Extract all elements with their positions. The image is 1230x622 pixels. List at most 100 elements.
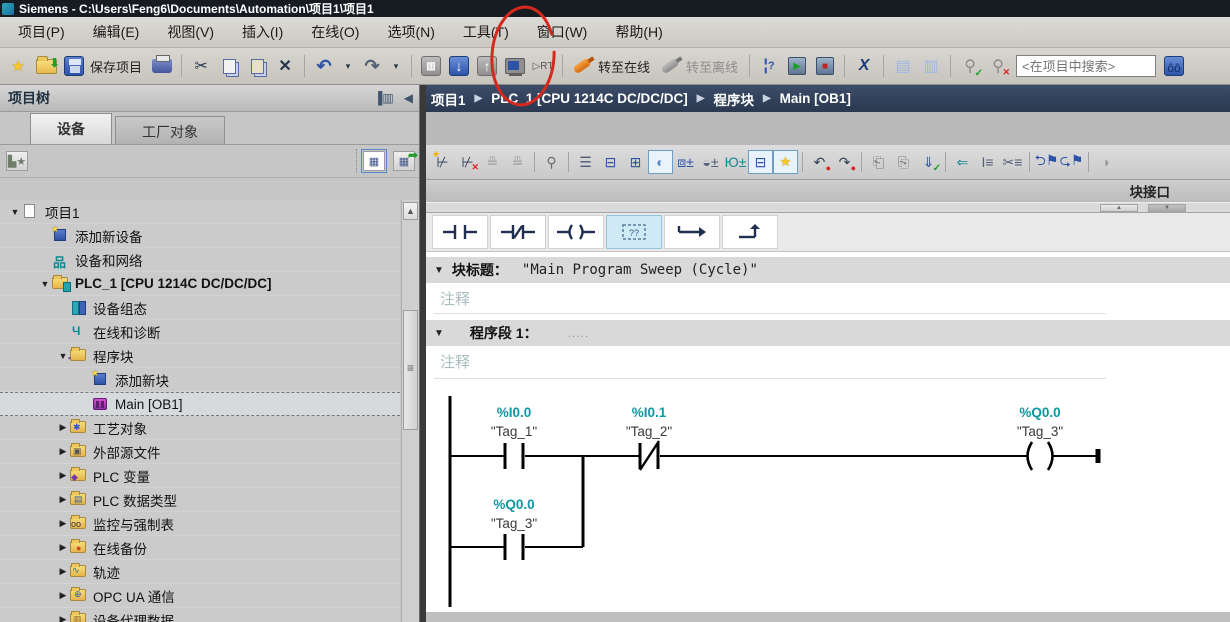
delete-row-icon[interactable]: ≞ — [505, 150, 530, 174]
collapse-arrow-icon[interactable]: ▼ — [434, 265, 444, 276]
expander-right-icon[interactable]: ▶ — [56, 446, 70, 457]
tree-row-technology-objects[interactable]: ▶ ✱ 工艺对象 — [0, 416, 400, 440]
tree-row-device-config[interactable]: 设备组态 — [0, 296, 400, 320]
insert-row-icon[interactable]: ≞ — [480, 150, 505, 174]
undo-icon[interactable]: ↶ — [311, 53, 337, 79]
delete-network-icon[interactable]: ⊬✕ — [455, 150, 480, 174]
toggle-powerrail-icon[interactable]: ⚲ — [539, 150, 564, 174]
tree-row-opc-ua[interactable]: ▶ ⊕ OPC UA 通信 — [0, 584, 400, 608]
breadcrumb-plc[interactable]: PLC_1 [CPU 1214C DC/DC/DC] — [491, 91, 688, 106]
stop-cpu-icon[interactable]: ■ — [812, 53, 838, 79]
insert-network-icon[interactable]: ⊬★ — [430, 150, 455, 174]
expander-right-icon[interactable]: ▶ — [56, 566, 70, 577]
network1-bar[interactable]: ▼ 程序段 1： ..... — [426, 320, 1230, 346]
breadcrumb-main-ob1[interactable]: Main [OB1] — [780, 91, 851, 106]
tree-row-device-proxy[interactable]: ▶ ▥ 设备代理数据 — [0, 608, 400, 622]
expander-right-icon[interactable]: ▶ — [56, 542, 70, 553]
tree-row-plc-datatypes[interactable]: ▶ ▤ PLC 数据类型 — [0, 488, 400, 512]
search-project-icon[interactable]: ôô — [1161, 53, 1187, 79]
load-config-icon[interactable]: ▥ — [418, 53, 444, 79]
goto-previous-icon[interactable]: ⇐ — [950, 150, 975, 174]
online-diagnostics-icon[interactable]: ¦? — [756, 53, 782, 79]
box-parameters-icon[interactable]: ⧈± — [673, 150, 698, 174]
collapse-networks-icon[interactable]: ⊞ — [623, 150, 648, 174]
open-branches-icon[interactable]: Ю± — [723, 150, 748, 174]
block-title-bar[interactable]: ▼ 块标题： "Main Program Sweep (Cycle)" — [426, 257, 1230, 283]
interface-collapse-icon[interactable]: ▼ — [1148, 204, 1186, 212]
network-sequence-icon[interactable]: ☰ — [573, 150, 598, 174]
menu-options[interactable]: 选项(N) — [373, 18, 448, 46]
hidden-parameters-icon[interactable]: ◒± — [698, 150, 723, 174]
next-bookmark-icon[interactable]: ⮎⚑ — [1059, 150, 1084, 174]
tree-row-add-device[interactable]: 添加新设备 — [0, 224, 400, 248]
download-snapshot-icon[interactable]: ⇓✓ — [916, 150, 941, 174]
snapshot-icon[interactable]: ⎘ — [891, 150, 916, 174]
tree-row-online-backups[interactable]: ▶ ● 在线备份 — [0, 536, 400, 560]
previous-bookmark-icon[interactable]: ⮌⚑ — [1034, 150, 1059, 174]
go-offline-icon[interactable] — [657, 53, 683, 79]
next-error-icon[interactable]: ↷● — [832, 150, 857, 174]
expander-down-icon[interactable]: ▼ — [38, 279, 52, 289]
expander-right-icon[interactable]: ▶ — [56, 614, 70, 622]
print-icon[interactable] — [149, 53, 175, 79]
menu-edit[interactable]: 编辑(E) — [79, 18, 154, 46]
cut-icon[interactable]: ✂ — [188, 53, 214, 79]
start-runtime-icon[interactable]: ▷RT — [530, 53, 556, 79]
expander-right-icon[interactable]: ▶ — [56, 470, 70, 481]
collapse-panel-icon[interactable]: ◀ — [404, 91, 413, 105]
favorites-toggle-icon[interactable]: ★ — [773, 150, 798, 174]
tree-row-traces[interactable]: ▶ ∿ 轨迹 — [0, 560, 400, 584]
start-cpu-icon[interactable]: ▶ — [784, 53, 810, 79]
menu-project[interactable]: 项目(P) — [4, 18, 79, 46]
expander-right-icon[interactable]: ▶ — [56, 518, 70, 529]
tree-scrollbar[interactable]: ▲ — [401, 200, 419, 622]
redo-dropdown-icon[interactable]: ▾ — [387, 53, 405, 79]
start-simulation-icon[interactable] — [502, 53, 528, 79]
collapse-arrow-icon[interactable]: ▼ — [434, 328, 444, 339]
breadcrumb-project[interactable]: 项目1 — [431, 89, 466, 109]
save-project-label[interactable]: 保存项目 — [90, 57, 142, 76]
expander-right-icon[interactable]: ▶ — [56, 590, 70, 601]
ladder-diagram[interactable]: %I0.0 "Tag_1" %I0.1 "Tag_2" %Q0.0 "Tag_3… — [426, 380, 1230, 612]
menu-online[interactable]: 在线(O) — [297, 18, 373, 46]
expander-right-icon[interactable]: ▶ — [56, 494, 70, 505]
undo-dropdown-icon[interactable]: ▾ — [339, 53, 357, 79]
new-project-icon[interactable]: ★ — [5, 53, 31, 79]
menu-insert[interactable]: 插入(I) — [228, 18, 297, 46]
absolute-operands-icon[interactable]: ⊟ — [748, 150, 773, 174]
split-horizontal-icon[interactable]: ▤ — [890, 53, 916, 79]
scroll-up-icon[interactable]: ▲ — [403, 202, 418, 220]
details-view-icon[interactable]: ▦ — [363, 151, 385, 171]
delete-icon[interactable]: ✕ — [272, 53, 298, 79]
tree-row-devices-networks[interactable]: 设备和网络 — [0, 248, 400, 272]
go-online-label[interactable]: 转至在线 — [598, 57, 650, 76]
tree-row-project[interactable]: ▼ 项目1 — [0, 200, 400, 224]
tab-devices[interactable]: 设备 — [30, 113, 112, 144]
cross-references-icon[interactable]: X — [851, 53, 877, 79]
table-export-icon[interactable]: ▦➦ — [393, 151, 415, 171]
tree-row-plc-tags[interactable]: ▶ ◆ PLC 变量 — [0, 464, 400, 488]
breadcrumb-program-blocks[interactable]: 程序块 — [713, 89, 754, 109]
menu-help[interactable]: 帮助(H) — [601, 18, 676, 46]
coil-button[interactable] — [548, 215, 604, 249]
expand-networks-icon[interactable]: ⊟ — [598, 150, 623, 174]
project-search-input[interactable] — [1016, 55, 1156, 77]
expander-down-icon[interactable]: ▼ — [8, 207, 22, 217]
download-to-device-icon[interactable]: ↓ — [446, 53, 472, 79]
panel-splitter[interactable] — [419, 85, 426, 622]
expander-right-icon[interactable]: ▶ — [56, 422, 70, 433]
tree-row-online-diagnostics[interactable]: 在线和诊断 — [0, 320, 400, 344]
go-offline-label[interactable]: 转至离线 — [686, 57, 738, 76]
tree-row-main-ob1[interactable]: Main [OB1] — [0, 392, 400, 416]
network1-comment-field[interactable]: 注释 — [434, 346, 1106, 379]
open-branch-button[interactable] — [664, 215, 720, 249]
toggle-comments-icon[interactable]: ◐ — [648, 150, 673, 174]
scroll-thumb[interactable] — [403, 310, 418, 430]
menu-tools[interactable]: 工具(T) — [449, 18, 523, 46]
network1-title-placeholder[interactable]: ..... — [568, 326, 590, 340]
tree-row-watch-force-tables[interactable]: ▶ oo 监控与强制表 — [0, 512, 400, 536]
go-online-icon[interactable] — [569, 53, 595, 79]
open-project-icon[interactable]: ⬇ — [33, 53, 59, 79]
copy-icon[interactable] — [216, 53, 242, 79]
cut-lines-icon[interactable]: ✂≡ — [1000, 150, 1025, 174]
